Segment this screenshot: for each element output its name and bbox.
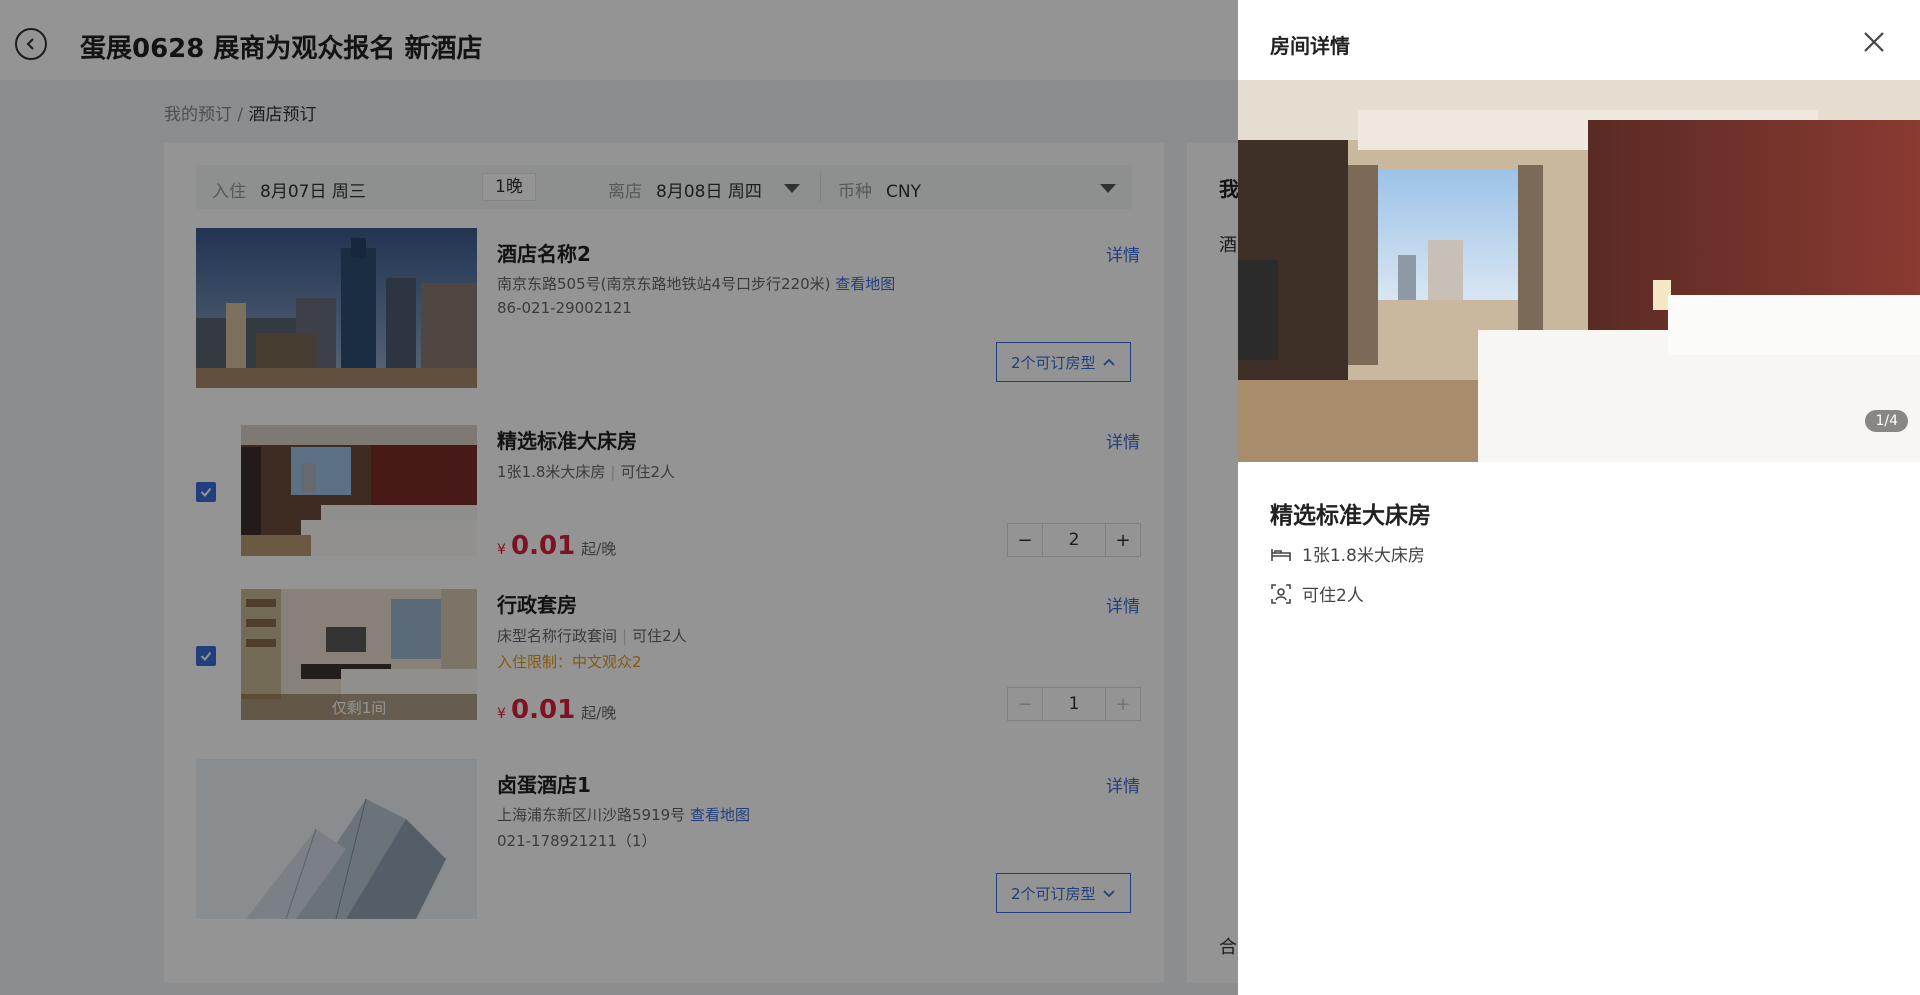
person-icon <box>1271 583 1291 604</box>
drawer-title: 房间详情 <box>1270 34 1350 58</box>
bed-text: 1张1.8米大床房 <box>1302 546 1425 566</box>
drawer-room-name: 精选标准大床房 <box>1270 503 1431 529</box>
modal-overlay[interactable] <box>0 0 1238 995</box>
room-detail-drawer: 房间详情 1/4 精选标准大床房 1张1.8米大床房 可住2人 <box>1238 0 1920 995</box>
capacity-info: 可住2人 <box>1270 581 1364 606</box>
room-photo-carousel[interactable]: 1/4 <box>1238 80 1920 462</box>
capacity-text: 可住2人 <box>1302 586 1364 606</box>
bed-icon <box>1271 548 1291 561</box>
image-counter: 1/4 <box>1865 410 1908 432</box>
bed-info: 1张1.8米大床房 <box>1270 541 1425 566</box>
close-icon[interactable] <box>1860 28 1888 56</box>
